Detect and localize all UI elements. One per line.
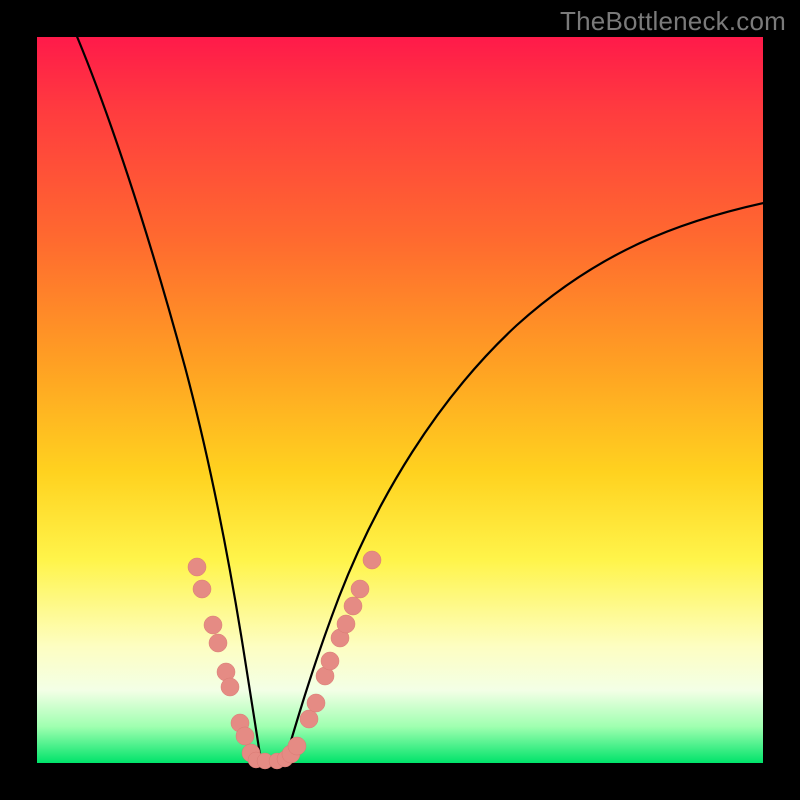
- watermark-text: TheBottleneck.com: [560, 6, 786, 37]
- chart-svg: [37, 37, 763, 763]
- chart-plot-area: [37, 37, 763, 763]
- data-dots: [188, 551, 381, 769]
- left-curve: [73, 27, 261, 761]
- right-curve: [285, 201, 773, 761]
